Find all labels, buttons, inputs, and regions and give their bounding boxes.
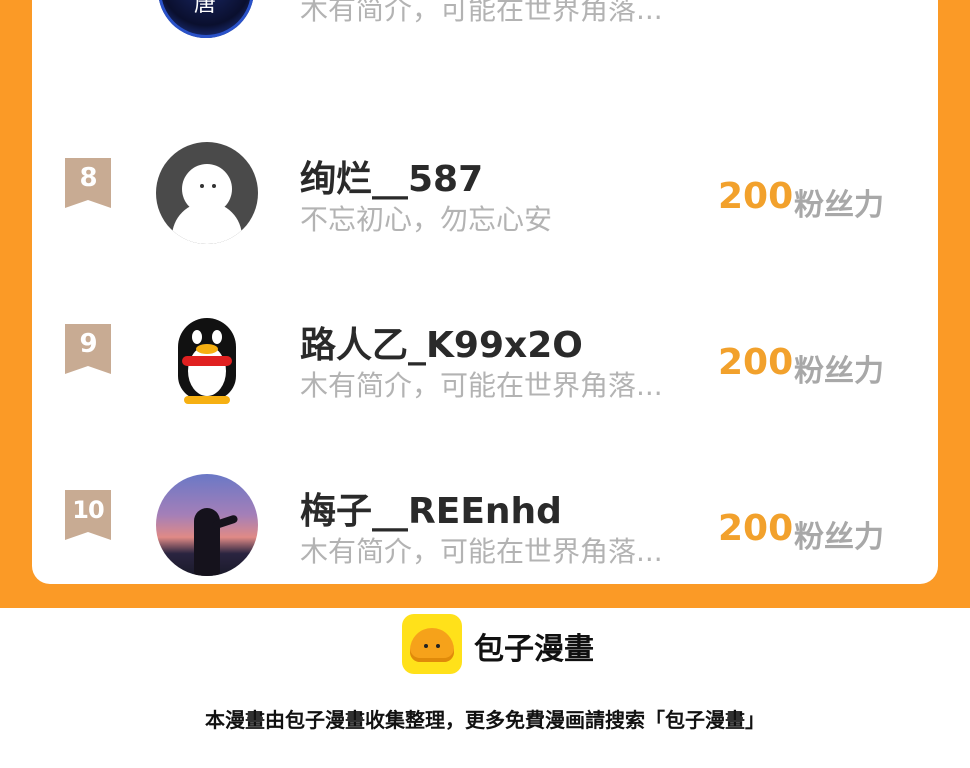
fan-score: 200 [718,176,794,217]
fan-score-unit: 粉丝力 [794,188,884,223]
user-intro: 不忘初心，勿忘心安 [300,203,553,236]
qq-penguin-avatar[interactable] [156,308,258,410]
fan-score: 200 [718,508,794,549]
sunset-photo-avatar[interactable] [156,474,258,576]
penguin-scarf [182,356,232,366]
ghost-avatar[interactable] [156,142,258,244]
avatar-eye [212,184,216,188]
user-intro: 木有简介，可能在世界角落... [300,0,663,26]
penguin-beak [196,344,218,354]
avatar-silhouette [194,508,220,576]
rank-badge: 9 [65,324,111,374]
avatar-body [172,202,242,244]
logo-text: 包子漫畫 [474,632,594,667]
fan-score: 200 [718,342,794,383]
fan-ranking-card: 唐 木有简介，可能在世界角落... 8 绚烂__587 不忘初心，勿忘心安 20… [32,0,938,584]
user-intro: 木有简介，可能在世界角落... [300,369,663,402]
rank-badge: 8 [65,158,111,208]
bun-shape [410,628,454,662]
avatar-eye [200,184,204,188]
penguin-eye [212,330,222,344]
fan-score-unit: 粉丝力 [794,354,884,389]
list-item[interactable]: 9 路人乙_K99x2O 木有简介，可能在世界角落... 200 粉丝力 [32,278,938,410]
footer-note: 本漫畫由包子漫畫收集整理，更多免費漫画請搜索「包子漫畫」 [205,708,765,732]
list-item[interactable]: 8 绚烂__587 不忘初心，勿忘心安 200 粉丝力 [32,112,938,244]
avatar-glyph: 唐 [194,0,217,17]
user-name[interactable]: 绚烂__587 [300,150,483,202]
bun-eye [436,644,440,648]
avatar[interactable]: 唐 [158,0,254,38]
penguin-feet [184,396,230,404]
rank-badge: 10 [65,490,111,540]
user-name[interactable]: 路人乙_K99x2O [300,316,583,368]
fan-score-unit: 粉丝力 [794,520,884,555]
bun-eye [424,644,428,648]
user-intro: 木有简介，可能在世界角落... [300,535,663,568]
user-name[interactable]: 梅子__REEnhd [300,482,562,534]
list-item[interactable]: 10 梅子__REEnhd 木有简介，可能在世界角落... 200 粉丝力 [32,444,938,576]
penguin-eye [192,330,202,344]
baozi-logo-icon [402,614,462,674]
